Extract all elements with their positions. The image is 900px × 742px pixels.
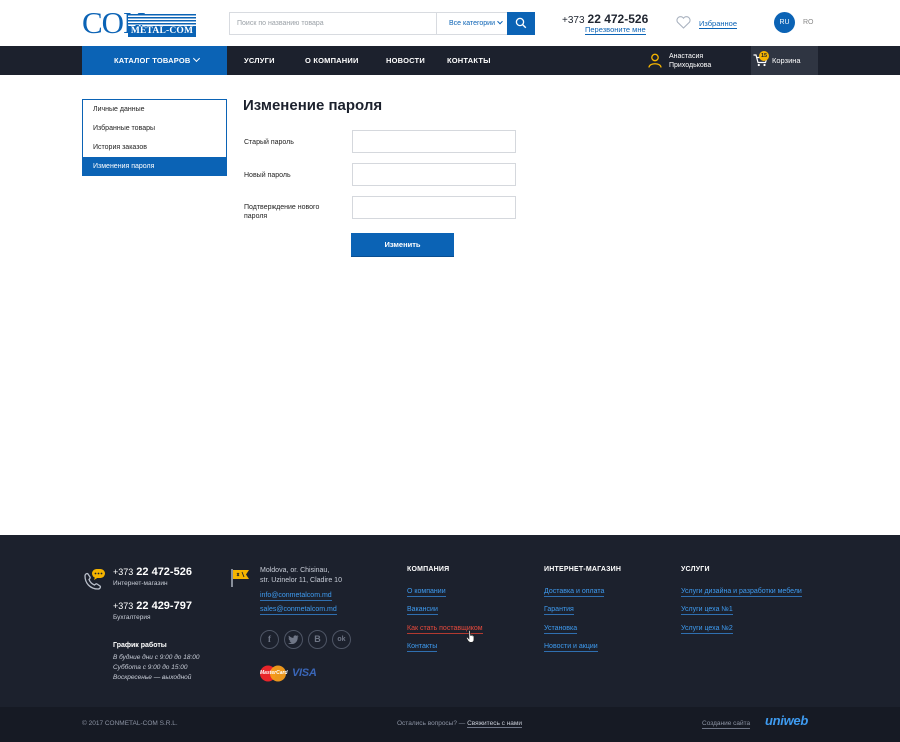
- search-bar: Все категории: [229, 12, 535, 35]
- footer-link-contacts[interactable]: Контакты: [407, 642, 438, 652]
- header-phone[interactable]: +373 22 472-526: [562, 12, 648, 26]
- user-icon[interactable]: [648, 53, 662, 68]
- copyright-text: © 2017 CONMETAL-COM S.R.L.: [82, 720, 178, 727]
- cart-count-badge: 15: [759, 51, 769, 61]
- sidebar-item-order-history[interactable]: История заказов: [83, 138, 226, 157]
- nav-item-news[interactable]: НОВОСТИ: [386, 46, 425, 75]
- contact-us-link[interactable]: Свяжитесь с нами: [467, 720, 523, 728]
- phone-code: +373: [562, 15, 585, 26]
- phone-chat-icon: [84, 569, 105, 590]
- old-password-label: Старый пароль: [244, 139, 294, 146]
- nav-item-about[interactable]: О КОМПАНИИ: [305, 46, 359, 75]
- callback-link[interactable]: Перезвоните мне: [585, 25, 646, 35]
- footer-phone-2[interactable]: +373 22 429-797: [113, 600, 192, 612]
- question-block: Остались вопросы? — Свяжитесь с нами: [397, 720, 523, 728]
- footer-link-workshop-1[interactable]: Услуги цеха №1: [681, 605, 733, 615]
- sidebar-item-personal-data[interactable]: Личные данные: [83, 100, 226, 119]
- cart-label: Корзина: [772, 56, 801, 65]
- address-line-1: Moldova, or. Chisinau,: [260, 567, 330, 574]
- catalog-button[interactable]: КАТАЛОГ ТОВАРОВ: [82, 46, 227, 75]
- footer-phone-2-number: 22 429-797: [136, 600, 192, 612]
- footer-column-services-title: УСЛУГИ: [681, 566, 710, 573]
- change-password-button[interactable]: Изменить: [351, 233, 454, 256]
- heart-icon[interactable]: [676, 16, 691, 29]
- footer-phone-2-label: Бухгалтерия: [113, 614, 151, 621]
- uniweb-logo[interactable]: uniweb: [765, 713, 808, 728]
- confirm-password-field[interactable]: [352, 196, 516, 219]
- user-name[interactable]: Анастасия Приходькова: [669, 53, 711, 70]
- site-header: CON METAL-COM Все категории +37322 472-5…: [0, 0, 900, 46]
- twitter-icon[interactable]: [284, 630, 303, 649]
- user-last-name: Приходькова: [669, 61, 712, 69]
- footer-link-vacancies[interactable]: Вакансии: [407, 605, 438, 615]
- footer-link-workshop-2[interactable]: Услуги цеха №2: [681, 624, 733, 634]
- footer-phone-1-label: Интернет-магазин: [113, 580, 168, 587]
- lang-ro-button[interactable]: RO: [803, 19, 814, 26]
- category-select[interactable]: Все категории: [436, 13, 507, 34]
- footer-phone-1-code: +373: [113, 567, 134, 577]
- footer-link-delivery[interactable]: Доставка и оплата: [544, 587, 605, 597]
- confirm-password-label: Подтверждение нового пароля: [244, 204, 320, 220]
- search-icon: [515, 17, 527, 29]
- footer-column-company-title: КОМПАНИЯ: [407, 566, 450, 573]
- search-input[interactable]: [230, 13, 436, 34]
- category-select-label: Все категории: [449, 20, 495, 27]
- mastercard-label: MasterCard: [260, 670, 288, 676]
- chevron-down-icon: [497, 18, 503, 25]
- footer-phone-2-code: +373: [113, 601, 134, 611]
- footer-phone-1[interactable]: +373 22 472-526: [113, 566, 192, 578]
- map-flag-icon: [231, 569, 249, 587]
- schedule-sunday: Воскресенье — выходной: [113, 674, 192, 681]
- footer-link-about[interactable]: О компании: [407, 587, 446, 597]
- new-password-label: Новый пароль: [244, 172, 291, 179]
- email-sales-link[interactable]: sales@conmetalcom.md: [260, 605, 337, 615]
- footer-link-installation[interactable]: Установка: [544, 624, 578, 634]
- sidebar-item-favorites[interactable]: Избранные товары: [83, 119, 226, 138]
- catalog-label: КАТАЛОГ ТОВАРОВ: [114, 56, 191, 65]
- facebook-icon[interactable]: f: [260, 630, 279, 649]
- favorites-link[interactable]: Избранное: [699, 19, 738, 29]
- user-first-name: Анастасия: [669, 53, 704, 60]
- vkontakte-icon[interactable]: B: [308, 630, 327, 649]
- question-text: Остались вопросы?: [397, 720, 457, 727]
- footer-link-news-promos[interactable]: Новости и акции: [544, 642, 598, 652]
- nav-item-services[interactable]: УСЛУГИ: [244, 46, 275, 75]
- search-button[interactable]: [507, 12, 535, 35]
- address-line-2: str. Uzinelor 11, Cladire 10: [260, 577, 342, 584]
- hand-cursor-icon: [466, 630, 475, 643]
- lang-ru-button[interactable]: RU: [774, 12, 795, 33]
- site-logo[interactable]: CON METAL-COM: [82, 7, 196, 38]
- logo-stripes: [128, 14, 196, 25]
- visa-icon: VISA: [292, 667, 317, 679]
- old-password-field[interactable]: [352, 130, 516, 153]
- odnoklassniki-icon[interactable]: ok: [332, 630, 351, 649]
- footer-column-shop-title: ИНТЕРНЕТ-МАГАЗИН: [544, 566, 622, 573]
- logo-sub-text: METAL-COM: [128, 26, 196, 37]
- schedule-weekdays: В будние дни с 9:00 до 18:00: [113, 654, 200, 661]
- main-nav: КАТАЛОГ ТОВАРОВ УСЛУГИ О КОМПАНИИ НОВОСТ…: [0, 46, 900, 75]
- email-info-link[interactable]: info@conmetalcom.md: [260, 591, 332, 601]
- new-password-field[interactable]: [352, 163, 516, 186]
- cart-button[interactable]: 15 Корзина: [751, 46, 818, 75]
- account-sidebar: Личные данные Избранные товары История з…: [82, 99, 227, 176]
- chevron-down-icon: [192, 54, 201, 63]
- site-credit-link[interactable]: Создание сайта: [702, 720, 751, 729]
- uniweb-logo-text: uniweb: [765, 713, 808, 728]
- footer-link-furniture-design[interactable]: Услуги дизайна и разработки мебели: [681, 587, 802, 597]
- schedule-saturday: Суббота с 9:00 до 15:00: [113, 664, 188, 671]
- footer-link-warranty[interactable]: Гарантия: [544, 605, 574, 615]
- phone-number: 22 472-526: [587, 12, 649, 26]
- footer-phone-1-number: 22 472-526: [136, 566, 192, 578]
- sidebar-item-change-password[interactable]: Изменения пароля: [83, 157, 226, 175]
- nav-item-contacts[interactable]: КОНТАКТЫ: [447, 46, 491, 75]
- page-title: Изменение пароля: [243, 97, 383, 114]
- site-footer: [0, 535, 900, 707]
- schedule-title: График работы: [113, 642, 167, 649]
